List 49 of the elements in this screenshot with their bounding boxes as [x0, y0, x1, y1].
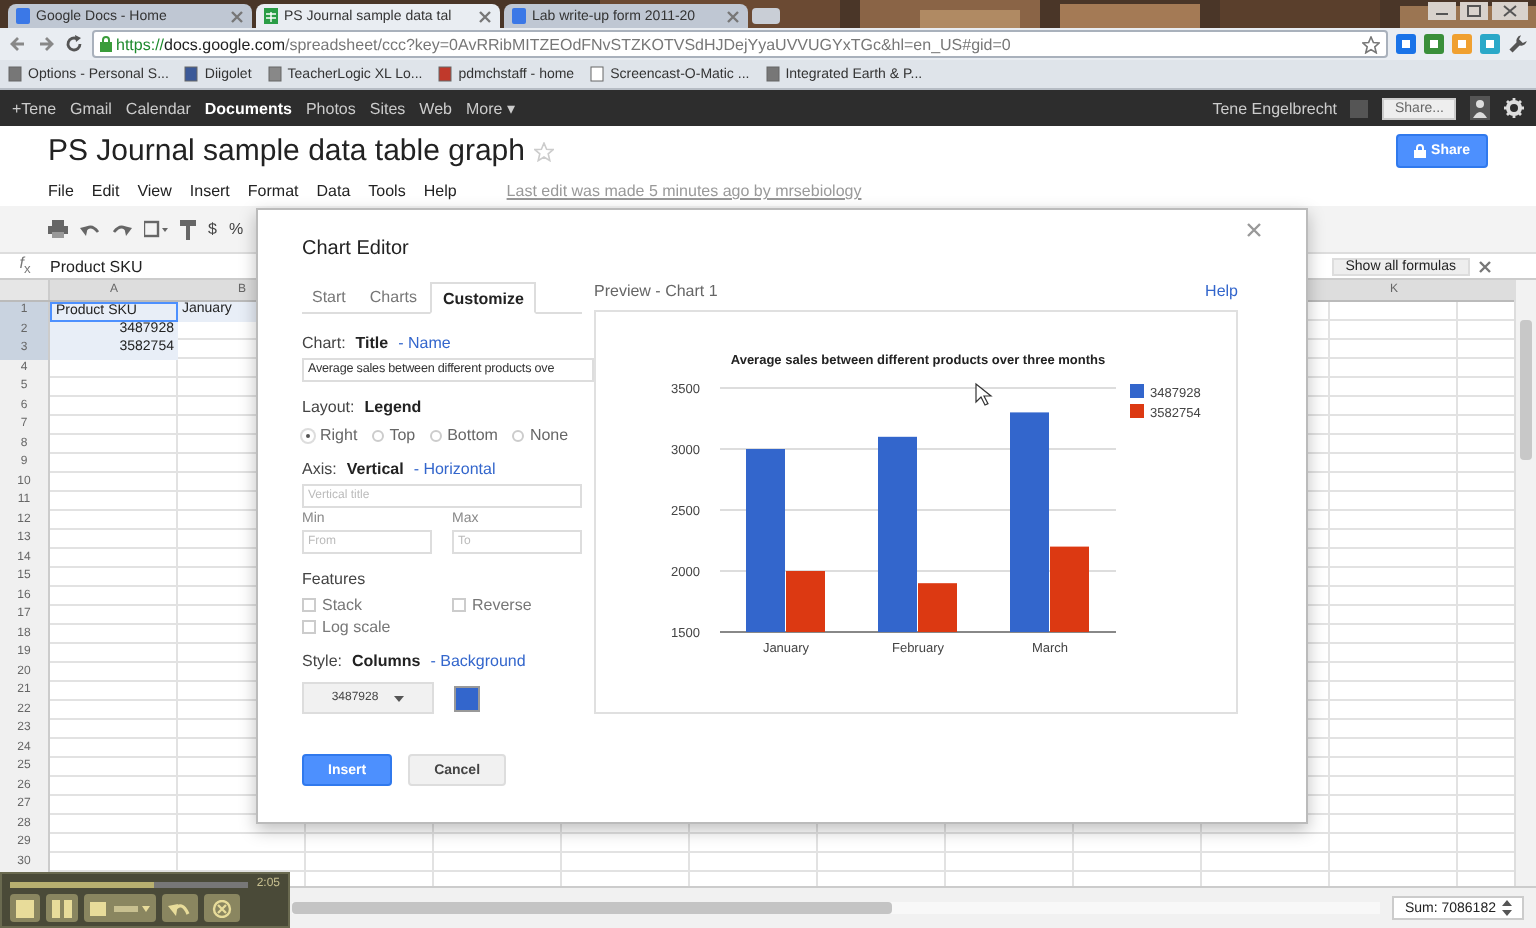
checkbox-label: Reverse — [472, 596, 532, 614]
section-label: Axis: — [302, 460, 337, 478]
option-link[interactable]: - Background — [430, 652, 526, 670]
radio-label: Bottom — [447, 426, 498, 444]
url-text: https://docs.google.com/spreadsheet/ccc?key=0AvRRibMITZEOdFNvSTZKOTVSdHJDejYyaUVVUGYxTGc&hl=en_US#gid=0 — [116, 35, 1011, 53]
nav-link[interactable]: Sites — [369, 99, 406, 117]
nav-link[interactable]: Documents — [204, 99, 292, 117]
option-link[interactable]: Vertical — [346, 460, 404, 478]
help-link[interactable]: Help — [1205, 282, 1238, 310]
checkbox-label: Log scale — [322, 618, 391, 636]
section-label: Features — [302, 570, 366, 588]
menu-item[interactable]: Data — [316, 182, 351, 200]
format-button[interactable]: % — [228, 220, 244, 238]
nav-link[interactable]: More ▾ — [465, 99, 515, 117]
section-label: Chart: — [302, 334, 346, 352]
option-link[interactable]: Title — [355, 334, 389, 352]
address-field[interactable]: https://docs.google.com/spreadsheet/ccc?key=0AvRRibMITZEOdFNvSTZKOTVSdHJDejYyaUVVUGYxTGc&hl=en_US#gid=0 — [92, 30, 1388, 58]
option-link[interactable]: - Name — [398, 334, 451, 352]
radio-label: Top — [389, 426, 416, 444]
radio-label: Right — [320, 426, 358, 444]
nav-link[interactable]: Calendar — [125, 99, 191, 117]
menu-item[interactable]: File — [48, 182, 74, 200]
nav-link[interactable]: Photos — [305, 99, 356, 117]
user-name[interactable]: Tene Engelbrecht — [1212, 99, 1337, 117]
nav-link[interactable]: +Tene — [12, 99, 57, 117]
menu-item[interactable]: Edit — [91, 182, 120, 200]
option-link[interactable]: Legend — [364, 398, 422, 416]
checkbox-label: Stack — [322, 596, 363, 614]
menu-item[interactable]: View — [137, 182, 172, 200]
menu-item[interactable]: Format — [247, 182, 299, 200]
nav-link[interactable]: Web — [419, 99, 452, 117]
document-title[interactable]: PS Journal sample data table graph — [48, 134, 525, 168]
option-link[interactable]: - Horizontal — [413, 460, 496, 478]
section-label: Layout: — [302, 398, 355, 416]
menu-item[interactable]: Help — [423, 182, 457, 200]
nav-link[interactable]: Gmail — [70, 99, 112, 117]
menu-item[interactable]: Insert — [189, 182, 230, 200]
radio-label: None — [529, 426, 569, 444]
option-link[interactable]: Columns — [352, 652, 421, 670]
last-edit-link[interactable]: Last edit was made 5 minutes ago by mrsebiology — [506, 182, 862, 200]
editor-tab[interactable]: Start — [302, 282, 356, 312]
menu-item[interactable]: Tools — [368, 182, 406, 200]
editor-tab[interactable]: Charts — [359, 282, 427, 312]
editor-tab[interactable]: Customize — [430, 282, 536, 314]
preview-label: Preview - Chart 1 — [594, 282, 718, 304]
dialog-title: Chart Editor — [302, 238, 411, 264]
formula-label: f$_{x}$ — [17, 254, 33, 278]
section-label: Style: — [302, 652, 343, 670]
format-button[interactable]: $ — [208, 220, 217, 238]
